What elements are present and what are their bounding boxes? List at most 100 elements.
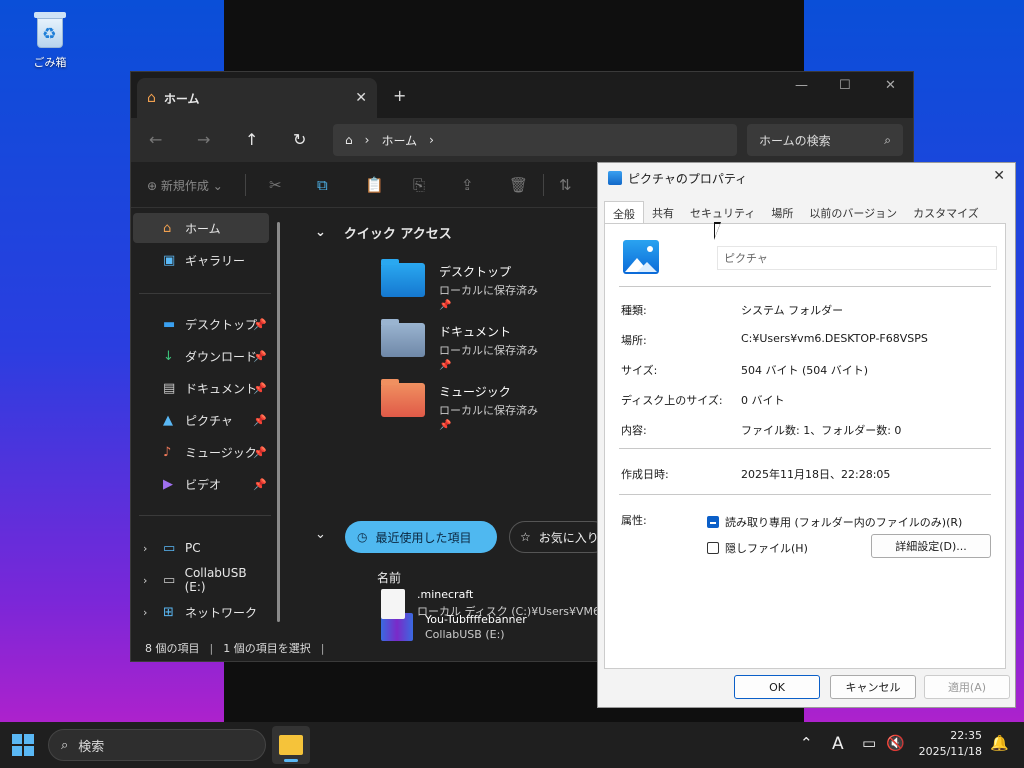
close-icon[interactable]: ✕ bbox=[993, 168, 1005, 184]
close-tab-icon[interactable]: ✕ bbox=[355, 90, 367, 106]
column-header-name[interactable]: 名前 bbox=[377, 569, 401, 586]
up-arrow-icon[interactable]: ↑ bbox=[245, 130, 258, 149]
sidebar-item-documents[interactable]: ▤ ドキュメント 📌 bbox=[133, 373, 269, 403]
new-tab-icon[interactable]: + bbox=[393, 86, 406, 105]
file-row[interactable]: .minecraft ローカル ディスク (C:)¥Users¥VM6.C... bbox=[381, 588, 622, 619]
refresh-icon[interactable]: ↻ bbox=[293, 130, 306, 149]
chevron-right-icon[interactable]: › bbox=[143, 606, 147, 619]
hidden-checkbox[interactable]: 隠しファイル(H) bbox=[707, 540, 808, 556]
pin-icon: 📌 bbox=[439, 420, 452, 431]
clock[interactable]: 22:35 2025/11/18 bbox=[916, 728, 982, 760]
checkbox-unchecked[interactable] bbox=[707, 542, 719, 554]
download-icon: ↓ bbox=[163, 348, 174, 364]
ok-button[interactable]: OK bbox=[734, 675, 820, 699]
volume-muted-icon[interactable]: 🔇 bbox=[886, 734, 905, 752]
forward-arrow-icon[interactable]: → bbox=[197, 130, 210, 149]
file-location: ローカル ディスク (C:)¥Users¥VM6.C... bbox=[417, 605, 622, 618]
chevron-down-icon[interactable]: ⌄ bbox=[315, 225, 326, 240]
sort-icon[interactable]: ⇅ bbox=[559, 176, 572, 194]
delete-icon[interactable]: 🗑 bbox=[509, 176, 528, 194]
sidebar-item-pictures[interactable]: ▲ ピクチャ 📌 bbox=[133, 405, 269, 435]
readonly-label: 読み取り専用 (フォルダー内のファイルのみ)(R) bbox=[725, 516, 963, 529]
sidebar-item-downloads[interactable]: ↓ ダウンロード 📌 bbox=[133, 341, 269, 371]
sidebar-item-home[interactable]: ⌂ ホーム bbox=[133, 213, 269, 243]
chevron-right-icon[interactable]: › bbox=[143, 574, 147, 587]
clock-time: 22:35 bbox=[950, 729, 982, 742]
sidebar-item-usb[interactable]: › ▭ CollabUSB (E:) bbox=[133, 565, 269, 595]
item-name: ミュージック bbox=[439, 385, 511, 399]
pin-icon: 📌 bbox=[253, 381, 267, 395]
copy-icon[interactable]: ⧉ bbox=[317, 176, 328, 194]
properties-dialog: ピクチャのプロパティ ✕ 全般 共有 セキュリティ 場所 以前のバージョン カス… bbox=[597, 162, 1016, 708]
size-on-disk-value: 0 バイト bbox=[741, 394, 785, 407]
advanced-button[interactable]: 詳細設定(D)... bbox=[871, 534, 991, 558]
address-bar[interactable]: ⌂ › ホーム › bbox=[333, 124, 737, 156]
sidebar-item-music[interactable]: ♪ ミュージック 📌 bbox=[133, 437, 269, 467]
favorites-tab[interactable]: ☆ お気に入り bbox=[509, 521, 609, 553]
sidebar-item-gallery[interactable]: ▣ ギャラリー bbox=[133, 245, 269, 275]
picture-icon: ▲ bbox=[163, 412, 173, 428]
recent-items-tab[interactable]: ◷ 最近使用した項目 bbox=[345, 521, 497, 553]
file-icon bbox=[381, 588, 405, 619]
ime-indicator[interactable]: A bbox=[832, 734, 844, 754]
quick-access-item-desktop[interactable]: デスクトップ ローカルに保存済み 📌 bbox=[381, 259, 538, 311]
pin-icon: 📌 bbox=[439, 300, 452, 311]
sidebar-item-label: ピクチャ bbox=[185, 413, 233, 428]
sidebar-item-label: ダウンロード bbox=[185, 349, 258, 364]
chevron-right-icon[interactable]: › bbox=[143, 542, 147, 555]
maximize-icon[interactable]: ☐ bbox=[839, 78, 851, 93]
divider bbox=[619, 494, 991, 495]
recycle-bin[interactable]: ♻ ごみ箱 bbox=[20, 8, 80, 70]
chevron-up-icon[interactable]: ⌃ bbox=[800, 734, 813, 752]
sidebar-item-network[interactable]: › ⊞ ネットワーク bbox=[133, 597, 269, 627]
type-value: システム フォルダー bbox=[741, 304, 844, 317]
sidebar-item-label: デスクトップ bbox=[185, 317, 258, 332]
sidebar-item-label: ドキュメント bbox=[185, 381, 258, 396]
tab-home[interactable]: ⌂ ホーム ✕ bbox=[137, 78, 377, 118]
pin-icon: 📌 bbox=[253, 445, 267, 459]
divider bbox=[139, 293, 271, 294]
cancel-button[interactable]: キャンセル bbox=[830, 675, 916, 699]
created-value: 2025年11月18日、22:28:05 bbox=[741, 468, 891, 481]
quick-access-header[interactable]: ⌄ クイック アクセス bbox=[315, 223, 452, 242]
sidebar-item-pc[interactable]: › ▭ PC bbox=[133, 533, 269, 563]
back-arrow-icon[interactable]: ← bbox=[149, 130, 162, 149]
pin-icon: 📌 bbox=[253, 317, 267, 331]
close-window-icon[interactable]: ✕ bbox=[885, 78, 896, 93]
pin-icon: 📌 bbox=[253, 477, 267, 491]
sidebar-item-videos[interactable]: ▶ ビデオ 📌 bbox=[133, 469, 269, 499]
share-icon[interactable]: ⇪ bbox=[461, 176, 474, 194]
cut-icon[interactable]: ✂ bbox=[269, 176, 282, 194]
notification-icon[interactable]: 🔔 bbox=[990, 734, 1009, 752]
taskbar-file-explorer[interactable] bbox=[272, 726, 310, 764]
sidebar-item-label: ホーム bbox=[185, 221, 221, 236]
checkbox-indeterminate[interactable] bbox=[707, 516, 719, 528]
paste-icon[interactable]: 📋 bbox=[365, 176, 384, 194]
network-icon[interactable]: ▭ bbox=[862, 734, 876, 752]
quick-access-item-music[interactable]: ミュージック ローカルに保存済み 📌 bbox=[381, 379, 538, 431]
created-label: 作成日時: bbox=[621, 468, 669, 481]
divider bbox=[245, 174, 246, 196]
pin-icon: 📌 bbox=[253, 349, 267, 363]
chevron-down-icon[interactable]: ⌄ bbox=[315, 527, 326, 542]
item-status: ローカルに保存済み bbox=[439, 284, 538, 297]
minimize-icon[interactable]: — bbox=[795, 78, 808, 93]
readonly-checkbox[interactable]: 読み取り専用 (フォルダー内のファイルのみ)(R) bbox=[707, 514, 962, 530]
start-button[interactable] bbox=[12, 734, 34, 756]
desktop-icon: ▬ bbox=[163, 316, 176, 332]
new-button[interactable]: ⊕ 新規作成 ⌄ bbox=[147, 177, 223, 194]
sidebar-item-desktop[interactable]: ▬ デスクトップ 📌 bbox=[133, 309, 269, 339]
folder-name-field[interactable]: ピクチャ bbox=[717, 246, 997, 270]
status-selection: 1 個の項目を選択 bbox=[223, 642, 311, 655]
apply-button[interactable]: 適用(A) bbox=[924, 675, 1010, 699]
address-segment[interactable]: ホーム bbox=[381, 132, 417, 149]
size-value: 504 バイト (504 バイト) bbox=[741, 364, 869, 377]
mouse-cursor bbox=[714, 222, 721, 240]
rename-icon[interactable]: ⎘ bbox=[413, 176, 425, 194]
dialog-title: ピクチャのプロパティ bbox=[628, 171, 748, 186]
search-input[interactable]: ホームの検索 ⌕ bbox=[747, 124, 903, 156]
quick-access-item-documents[interactable]: ドキュメント ローカルに保存済み 📌 bbox=[381, 319, 538, 371]
folder-icon bbox=[279, 735, 303, 755]
sidebar-scrollbar[interactable] bbox=[277, 222, 280, 622]
taskbar-search[interactable]: ⌕ 検索 bbox=[48, 729, 266, 761]
